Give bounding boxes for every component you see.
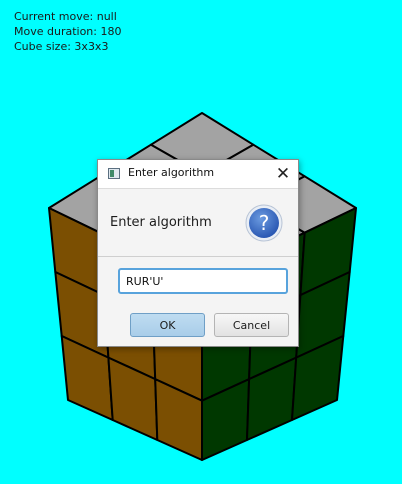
dialog-header: Enter algorithm ? [98, 189, 298, 257]
question-mark-icon: ? [245, 204, 283, 242]
cancel-button[interactable]: Cancel [214, 313, 289, 337]
dialog-title: Enter algorithm [128, 166, 215, 179]
app-window-icon [108, 168, 120, 179]
question-glyph: ? [259, 211, 270, 235]
dialog-titlebar[interactable]: Enter algorithm ✕ [98, 160, 298, 189]
ok-button[interactable]: OK [130, 313, 205, 337]
enter-algorithm-dialog: Enter algorithm ✕ Enter algorithm ? OK C… [97, 159, 299, 347]
algorithm-input[interactable] [120, 270, 286, 292]
close-button[interactable]: ✕ [268, 160, 298, 188]
dialog-header-text: Enter algorithm [110, 215, 212, 230]
algorithm-input-border[interactable] [118, 268, 288, 294]
